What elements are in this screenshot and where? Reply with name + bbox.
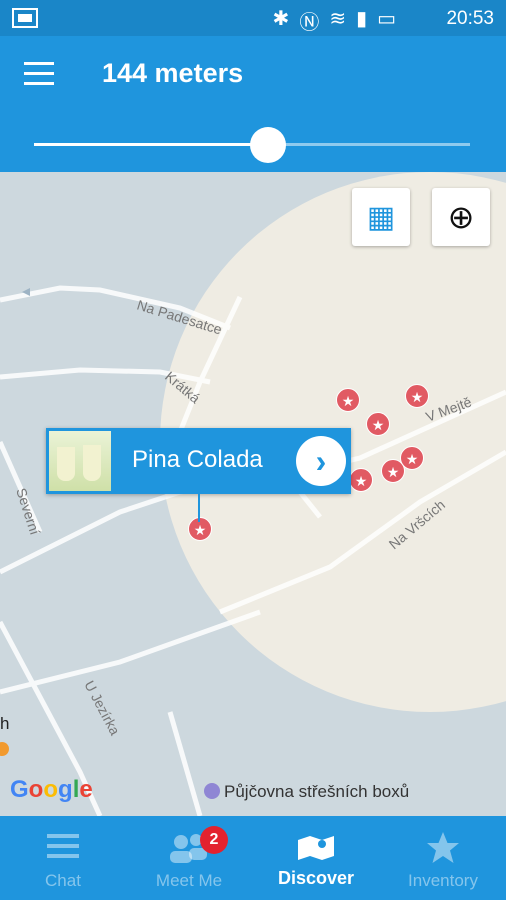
wifi-icon: ≋	[329, 8, 347, 30]
open-venue-button[interactable]: ›	[296, 436, 346, 486]
tab-inventory[interactable]: Inventory	[380, 816, 506, 900]
orange-poi-icon	[0, 742, 9, 756]
battery-icon: ▭	[377, 8, 396, 30]
map-layers-button[interactable]: ▦	[352, 188, 410, 246]
venue-name: Pina Colada	[132, 446, 263, 473]
app-bar: 144 meters	[0, 36, 506, 116]
status-time: 20:53	[446, 8, 494, 29]
map-background: Na Padesatce Krátká V Mejtě Na Vršcích S…	[0, 172, 506, 816]
radius-slider-bar	[0, 116, 506, 172]
venue-callout[interactable]: Pina Colada ›	[46, 428, 351, 522]
signal-icon: ▮	[356, 8, 368, 30]
street-label: U Jezírka	[81, 678, 123, 738]
venue-thumbnail	[49, 431, 111, 491]
crosshair-icon: ⊕	[447, 199, 475, 235]
radius-slider[interactable]	[34, 127, 470, 163]
page-title: 144 meters	[102, 58, 244, 88]
tab-label: Inventory	[408, 871, 478, 890]
notification-badge: 2	[200, 826, 228, 854]
star-icon	[427, 832, 459, 863]
chat-icon	[47, 834, 79, 858]
venue-marker[interactable]: ★	[349, 468, 373, 492]
venue-marker[interactable]: ★	[366, 412, 390, 436]
map-edge-label: h	[0, 714, 9, 733]
venue-marker[interactable]: ★	[381, 459, 405, 483]
tab-chat[interactable]: Chat	[0, 816, 126, 900]
screenshot-icon	[12, 8, 38, 28]
map-icon	[298, 836, 334, 860]
tab-discover[interactable]: Discover	[253, 816, 379, 900]
menu-icon[interactable]	[24, 62, 54, 86]
slider-thumb[interactable]	[249, 127, 286, 163]
venue-marker[interactable]: ★	[405, 384, 429, 408]
my-location-button[interactable]: ⊕	[432, 188, 490, 246]
callout-pointer	[198, 494, 200, 522]
bottom-navigation: Chat Meet Me 2 Discover Inventory	[0, 816, 506, 900]
map-layers-icon: ▦	[366, 200, 396, 234]
venue-marker[interactable]: ★	[188, 517, 212, 541]
street-label: Severní	[13, 486, 43, 537]
nfc-icon: Ⓝ	[299, 12, 320, 34]
tab-meet-me[interactable]: Meet Me	[126, 816, 252, 900]
poi-icon	[204, 783, 220, 799]
google-logo: Google	[10, 776, 93, 803]
tab-label: Chat	[45, 871, 81, 890]
slider-fill	[34, 143, 268, 146]
venue-marker[interactable]: ★	[336, 388, 360, 412]
tab-label: Discover	[277, 868, 355, 888]
map-view[interactable]: Na Padesatce Krátká V Mejtě Na Vršcích S…	[0, 172, 506, 816]
status-bar: ✱ Ⓝ ≋ ▮ ▭ 20:53	[0, 0, 506, 36]
bluetooth-icon: ✱	[272, 8, 290, 30]
status-icons: ✱ Ⓝ ≋ ▮ ▭	[273, 6, 396, 35]
tab-label: Meet Me	[155, 871, 223, 890]
poi-label[interactable]: Půjčovna střešních boxů	[204, 782, 409, 802]
